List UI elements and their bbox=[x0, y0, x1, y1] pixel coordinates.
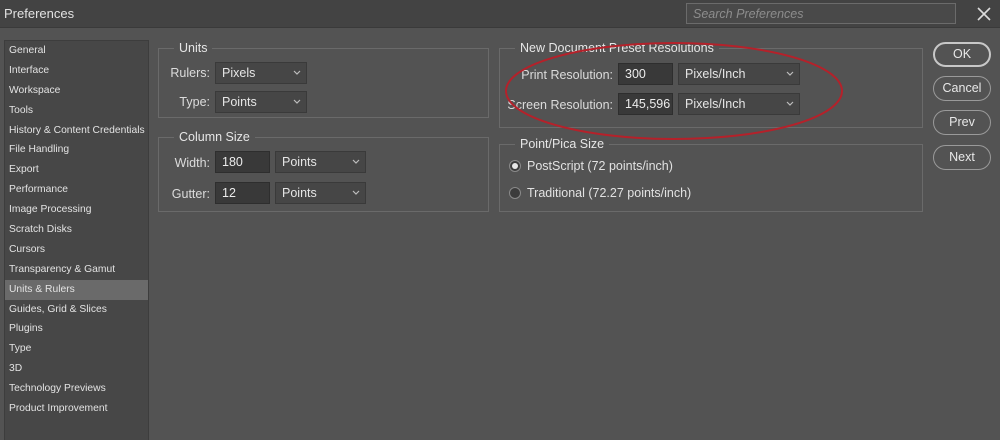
sidebar-item-3d[interactable]: 3D bbox=[5, 359, 148, 379]
chevron-down-icon bbox=[352, 159, 360, 164]
chevron-down-icon bbox=[293, 70, 301, 75]
screen-resolution-input[interactable]: 145,596 bbox=[618, 93, 673, 115]
sidebar-item-image-processing[interactable]: Image Processing bbox=[5, 200, 148, 220]
width-unit-select[interactable]: Points bbox=[275, 151, 366, 173]
sidebar-item-file-handling[interactable]: File Handling bbox=[5, 140, 148, 160]
traditional-radio-label[interactable]: Traditional (72.27 points/inch) bbox=[527, 186, 691, 200]
sidebar-item-guides-grid-slices[interactable]: Guides, Grid & Slices bbox=[5, 300, 148, 320]
search-preferences-input[interactable] bbox=[686, 3, 956, 24]
sidebar-item-technology-previews[interactable]: Technology Previews bbox=[5, 379, 148, 399]
close-icon[interactable] bbox=[970, 2, 998, 26]
sidebar-item-cursors[interactable]: Cursors bbox=[5, 240, 148, 260]
print-resolution-unit-value: Pixels/Inch bbox=[685, 67, 746, 81]
chevron-down-icon bbox=[786, 71, 794, 76]
width-input-value: 180 bbox=[222, 155, 243, 169]
width-label: Width: bbox=[174, 156, 210, 170]
type-select[interactable]: Points bbox=[215, 91, 307, 113]
postscript-radio-label[interactable]: PostScript (72 points/inch) bbox=[527, 159, 673, 173]
prev-button[interactable]: Prev bbox=[933, 110, 991, 135]
sidebar-item-transparency-gamut[interactable]: Transparency & Gamut bbox=[5, 260, 148, 280]
type-select-value: Points bbox=[222, 95, 257, 109]
sidebar-item-scratch-disks[interactable]: Scratch Disks bbox=[5, 220, 148, 240]
chevron-down-icon bbox=[293, 99, 301, 104]
sidebar-item-history-content-credentials[interactable]: History & Content Credentials bbox=[5, 121, 148, 141]
title-bar: Preferences bbox=[0, 0, 1000, 28]
sidebar-item-product-improvement[interactable]: Product Improvement bbox=[5, 399, 148, 419]
rulers-select-value: Pixels bbox=[222, 66, 256, 80]
postscript-radio[interactable] bbox=[509, 160, 521, 172]
sidebar-item-general[interactable]: General bbox=[5, 41, 148, 61]
new-document-resolutions-title: New Document Preset Resolutions bbox=[515, 40, 719, 56]
sidebar-item-performance[interactable]: Performance bbox=[5, 180, 148, 200]
screen-resolution-value: 145,596 bbox=[625, 97, 671, 111]
gutter-input-value: 12 bbox=[222, 186, 236, 200]
print-resolution-unit-select[interactable]: Pixels/Inch bbox=[678, 63, 800, 85]
ok-button[interactable]: OK bbox=[933, 42, 991, 67]
rulers-select[interactable]: Pixels bbox=[215, 62, 307, 84]
gutter-input[interactable]: 12 bbox=[215, 182, 270, 204]
cancel-button[interactable]: Cancel bbox=[933, 76, 991, 101]
type-label: Type: bbox=[179, 95, 210, 109]
width-unit-value: Points bbox=[282, 155, 317, 169]
gutter-unit-value: Points bbox=[282, 186, 317, 200]
window-title: Preferences bbox=[4, 6, 75, 21]
gutter-unit-select[interactable]: Points bbox=[275, 182, 366, 204]
units-group-title: Units bbox=[174, 40, 213, 56]
gutter-label: Gutter: bbox=[171, 187, 210, 201]
point-pica-size-group: Point/Pica Size bbox=[499, 136, 923, 212]
preferences-sidebar: General Interface Workspace Tools History & … bbox=[4, 40, 149, 440]
new-document-resolutions-group: New Document Preset Resolutions bbox=[499, 40, 923, 128]
sidebar-item-plugins[interactable]: Plugins bbox=[5, 319, 148, 339]
point-pica-size-title: Point/Pica Size bbox=[515, 136, 610, 152]
print-resolution-label: Print Resolution: bbox=[521, 68, 613, 82]
print-resolution-value: 300 bbox=[625, 67, 646, 81]
sidebar-item-workspace[interactable]: Workspace bbox=[5, 81, 148, 101]
screen-resolution-label: Screen Resolution: bbox=[507, 98, 613, 112]
screen-resolution-unit-select[interactable]: Pixels/Inch bbox=[678, 93, 800, 115]
chevron-down-icon bbox=[786, 101, 794, 106]
sidebar-item-tools[interactable]: Tools bbox=[5, 101, 148, 121]
width-input[interactable]: 180 bbox=[215, 151, 270, 173]
sidebar-item-type[interactable]: Type bbox=[5, 339, 148, 359]
chevron-down-icon bbox=[352, 190, 360, 195]
sidebar-item-units-rulers[interactable]: Units & Rulers bbox=[5, 279, 148, 300]
rulers-label: Rulers: bbox=[170, 66, 210, 80]
sidebar-item-interface[interactable]: Interface bbox=[5, 61, 148, 81]
next-button[interactable]: Next bbox=[933, 145, 991, 170]
column-size-group-title: Column Size bbox=[174, 129, 255, 145]
traditional-radio[interactable] bbox=[509, 187, 521, 199]
print-resolution-input[interactable]: 300 bbox=[618, 63, 673, 85]
sidebar-item-export[interactable]: Export bbox=[5, 160, 148, 180]
screen-resolution-unit-value: Pixels/Inch bbox=[685, 97, 746, 111]
